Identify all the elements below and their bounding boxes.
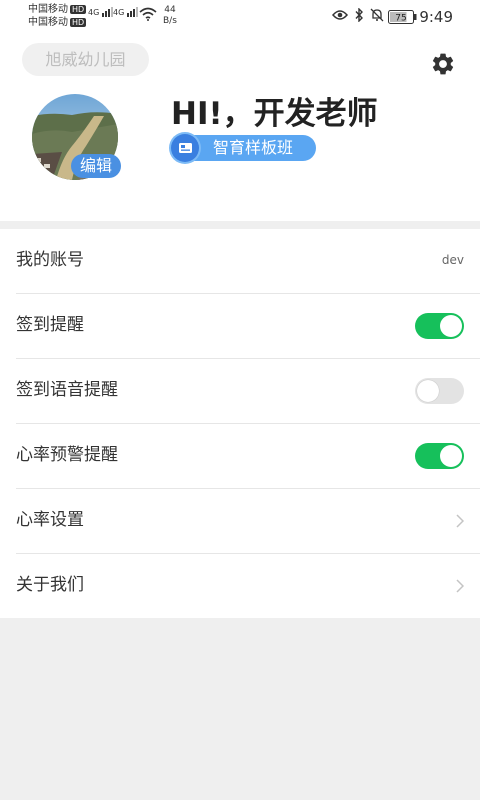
network-type-2: 4G — [113, 8, 125, 17]
toggle-knob — [417, 380, 439, 402]
network-type-1: 4G — [88, 8, 100, 17]
checkin-voice-reminder-toggle[interactable] — [415, 378, 464, 404]
signal-1: 4G — [88, 7, 114, 17]
profile-header: 旭威幼儿园 编辑 HI!，开发老师 智育样板班 — [0, 34, 480, 221]
chevron-right-icon — [456, 514, 464, 528]
greeting-title: HI!，开发老师 — [171, 96, 378, 132]
class-name: 智育样板班 — [213, 138, 294, 157]
menu-item-label: 我的账号 — [16, 250, 84, 270]
menu-item-checkin-reminder: 签到提醒 — [16, 294, 480, 359]
eye-icon — [332, 10, 348, 20]
edit-avatar-button[interactable]: 编辑 — [71, 154, 121, 178]
clock: 9:49 — [419, 8, 453, 26]
menu-item-label: 签到提醒 — [16, 315, 84, 335]
settings-gear-icon[interactable] — [430, 51, 456, 77]
signal-2: 4G — [113, 7, 139, 17]
menu-item-checkin-voice-reminder: 签到语音提醒 — [16, 359, 480, 424]
status-icons — [332, 8, 384, 22]
menu-item-my-account[interactable]: 我的账号 dev — [16, 229, 480, 294]
class-badge[interactable]: 智育样板班 — [171, 134, 316, 162]
id-card-icon — [179, 143, 192, 153]
toggle-knob — [440, 315, 462, 337]
signal-bars-icon — [126, 7, 139, 17]
menu-item-heart-rate-settings[interactable]: 心率设置 — [16, 489, 480, 554]
carrier-2: 中国移动 — [28, 17, 68, 28]
wifi-icon — [139, 7, 157, 21]
settings-list: 我的账号 dev 签到提醒 签到语音提醒 心率预警提醒 心率设置 关于我们 — [0, 229, 480, 618]
school-name[interactable]: 旭威幼儿园 — [22, 43, 149, 76]
heart-rate-warning-toggle[interactable] — [415, 443, 464, 469]
hd-badge: HD — [70, 4, 87, 14]
carrier-1: 中国移动 — [28, 4, 68, 15]
speed-value: 44 — [164, 5, 176, 15]
menu-item-heart-rate-warning: 心率预警提醒 — [16, 424, 480, 489]
network-speed: 44 B/s — [163, 5, 177, 27]
bluetooth-icon — [355, 8, 363, 22]
menu-item-label: 签到语音提醒 — [16, 380, 118, 400]
battery-icon: 75 — [388, 10, 417, 24]
account-username: dev — [441, 253, 464, 267]
carrier-info: 中国移动 HD 中国移动 HD — [28, 3, 87, 29]
toggle-knob — [440, 445, 462, 467]
menu-item-label: 心率设置 — [16, 510, 84, 530]
menu-item-label: 关于我们 — [16, 575, 84, 595]
status-bar: 中国移动 HD 中国移动 HD 4G 4G 44 B/s 75 9:49 — [0, 0, 480, 34]
battery-level: 75 — [395, 14, 406, 24]
menu-item-label: 心率预警提醒 — [16, 445, 118, 465]
hd-badge: HD — [70, 17, 87, 27]
menu-item-about-us[interactable]: 关于我们 — [16, 554, 480, 618]
bell-off-icon — [370, 8, 384, 22]
speed-unit: B/s — [163, 16, 177, 26]
class-badge-icon — [171, 134, 199, 162]
checkin-reminder-toggle[interactable] — [415, 313, 464, 339]
chevron-right-icon — [456, 579, 464, 593]
